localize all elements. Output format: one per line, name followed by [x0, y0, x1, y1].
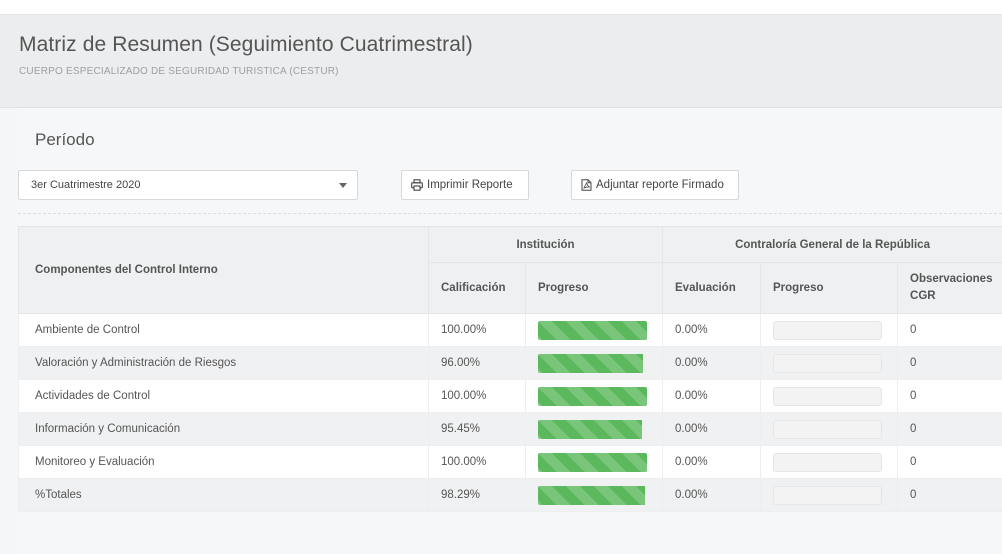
institution-progress-bar: [538, 485, 647, 505]
observaciones-value: 0: [897, 346, 1002, 380]
institution-progress-cell: [524, 346, 664, 380]
observaciones-value: 0: [897, 313, 1002, 347]
column-header-evaluacion: Evaluación: [662, 262, 762, 314]
column-header-calificacion: Calificación: [428, 262, 526, 314]
evaluacion-value: 0.00%: [662, 346, 762, 380]
cgr-progress-cell: [760, 313, 899, 347]
table-row: Información y Comunicación 95.45% 0.00% 0: [18, 412, 1002, 446]
column-header-progreso-cgr: Progreso: [760, 262, 899, 314]
cgr-progress-cell: [760, 346, 899, 380]
cgr-progress-bar: [773, 353, 883, 373]
table-row: Ambiente de Control 100.00% 0.00% 0: [18, 313, 1002, 347]
cgr-progress-bar: [773, 320, 883, 340]
observaciones-value: 0: [897, 412, 1002, 446]
table-row: %Totales 98.29% 0.00% 0: [18, 478, 1002, 512]
main-content: Período 3er Cuatrimestre 2020 Imprimir R…: [0, 108, 1002, 554]
institution-progress-fill: [538, 452, 647, 472]
cgr-progress-cell: [760, 478, 899, 512]
cgr-progress-cell: [760, 445, 899, 479]
print-report-label: Imprimir Reporte: [427, 179, 513, 191]
table-body: Ambiente de Control 100.00% 0.00% 0 Valoraci…: [18, 313, 1002, 512]
evaluacion-value: 0.00%: [662, 379, 762, 413]
calificacion-value: 98.29%: [428, 478, 526, 512]
column-header-progreso-institucion: Progreso: [524, 262, 664, 314]
column-header-components: Componentes del Control Interno: [18, 226, 429, 314]
page-subtitle: CUERPO ESPECIALIZADO DE SEGURIDAD TURIST…: [19, 66, 339, 77]
cgr-progress-cell: [760, 379, 899, 413]
cgr-progress-bar: [773, 419, 883, 439]
calificacion-value: 100.00%: [428, 379, 526, 413]
top-strip: [0, 0, 1002, 14]
institution-progress-bar: [538, 386, 647, 406]
component-name: Ambiente de Control: [18, 313, 429, 347]
component-name: %Totales: [18, 478, 429, 512]
component-name: Actividades de Control: [18, 379, 429, 413]
cgr-progress-bar: [773, 452, 883, 472]
evaluacion-value: 0.00%: [662, 478, 762, 512]
attach-signed-report-label: Adjuntar reporte Firmado: [596, 179, 724, 191]
component-name: Información y Comunicación: [18, 412, 429, 446]
table-row: Actividades de Control 100.00% 0.00% 0: [18, 379, 1002, 413]
cgr-progress-bar: [773, 485, 883, 505]
calificacion-value: 100.00%: [428, 313, 526, 347]
institution-progress-bar: [538, 419, 647, 439]
observaciones-value: 0: [897, 379, 1002, 413]
component-name: Valoración y Administración de Riesgos: [18, 346, 429, 380]
pdf-file-icon: [581, 179, 592, 191]
summary-matrix-table: Componentes del Control Interno Instituc…: [18, 226, 1002, 512]
page-title: Matriz de Resumen (Seguimiento Cuatrimes…: [19, 33, 473, 56]
component-name: Monitoreo y Evaluación: [18, 445, 429, 479]
group-header-cgr: Contraloría General de la República: [662, 226, 1002, 263]
print-report-button[interactable]: Imprimir Reporte: [401, 170, 529, 200]
observaciones-value: 0: [897, 445, 1002, 479]
page-header: Matriz de Resumen (Seguimiento Cuatrimes…: [0, 14, 1002, 108]
calificacion-value: 100.00%: [428, 445, 526, 479]
institution-progress-cell: [524, 412, 664, 446]
institution-progress-fill: [538, 485, 646, 505]
calificacion-value: 95.45%: [428, 412, 526, 446]
group-header-institution: Institución: [427, 226, 664, 263]
chevron-down-icon: [339, 183, 347, 188]
institution-progress-cell: [524, 445, 664, 479]
column-header-observaciones: Observaciones CGR: [897, 262, 1002, 314]
institution-progress-fill: [538, 386, 647, 406]
period-select-value: 3er Cuatrimestre 2020: [31, 179, 141, 191]
period-heading: Período: [35, 130, 95, 149]
attach-signed-report-button[interactable]: Adjuntar reporte Firmado: [571, 170, 739, 200]
institution-progress-fill: [538, 419, 643, 439]
printer-icon: [411, 179, 423, 191]
institution-progress-cell: [524, 313, 664, 347]
institution-progress-fill: [538, 320, 647, 340]
divider: [18, 213, 1002, 214]
observaciones-value: 0: [897, 478, 1002, 512]
cgr-progress-bar: [773, 386, 883, 406]
evaluacion-value: 0.00%: [662, 445, 762, 479]
summary-card: Período 3er Cuatrimestre 2020 Imprimir R…: [18, 108, 1002, 554]
table-row: Monitoreo y Evaluación 100.00% 0.00% 0: [18, 445, 1002, 479]
institution-progress-fill: [538, 353, 643, 373]
evaluacion-value: 0.00%: [662, 313, 762, 347]
table-row: Valoración y Administración de Riesgos 96…: [18, 346, 1002, 380]
evaluacion-value: 0.00%: [662, 412, 762, 446]
period-select[interactable]: 3er Cuatrimestre 2020: [18, 170, 358, 200]
institution-progress-bar: [538, 320, 647, 340]
institution-progress-bar: [538, 353, 647, 373]
institution-progress-bar: [538, 452, 647, 472]
institution-progress-cell: [524, 379, 664, 413]
calificacion-value: 96.00%: [428, 346, 526, 380]
institution-progress-cell: [524, 478, 664, 512]
cgr-progress-cell: [760, 412, 899, 446]
